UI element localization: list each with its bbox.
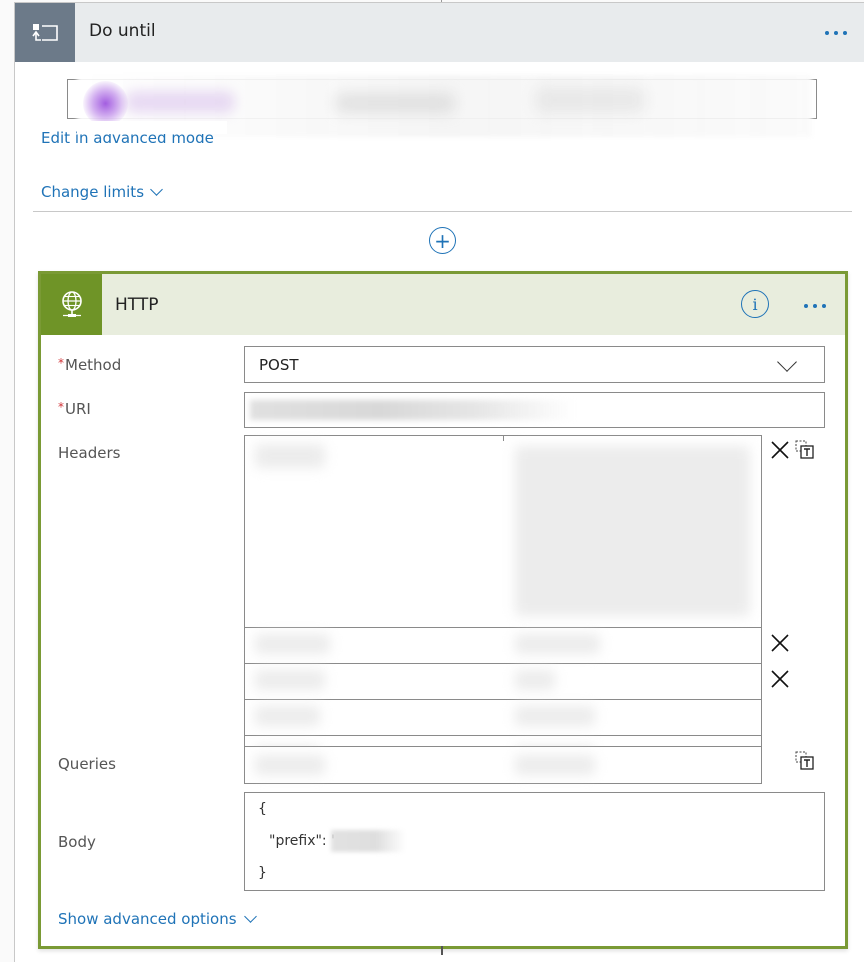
redacted-token — [83, 81, 128, 126]
change-limits-link[interactable]: Change limits — [41, 183, 163, 201]
switch-to-text-mode-button[interactable] — [795, 440, 815, 460]
add-step-button[interactable]: + — [429, 227, 456, 254]
chevron-down-icon — [243, 910, 257, 923]
redacted-key — [255, 670, 325, 690]
show-advanced-label: Show advanced options — [58, 910, 237, 928]
redacted-value — [515, 755, 595, 775]
uri-input[interactable] — [244, 392, 825, 428]
do-until-header[interactable]: Do until — [15, 3, 864, 62]
headers-label: Headers — [58, 444, 121, 462]
chevron-down-icon — [777, 352, 797, 372]
show-advanced-options-link[interactable]: Show advanced options — [58, 910, 257, 928]
body-line: } — [258, 865, 267, 881]
redacted-uri — [250, 400, 575, 420]
redacted-text — [335, 93, 455, 113]
redacted-key — [255, 444, 325, 468]
redacted-key — [255, 755, 325, 775]
http-action-card: HTTP i *Method POST *URI Headers Queries… — [38, 271, 848, 949]
required-marker: * — [58, 356, 64, 370]
plus-circle-icon: + — [434, 228, 451, 253]
http-title: HTTP — [115, 295, 159, 315]
queries-table[interactable] — [244, 746, 762, 784]
uri-label: *URI — [58, 400, 91, 418]
body-line: { — [258, 801, 267, 817]
more-options-icon[interactable] — [825, 31, 847, 35]
redacted-value — [515, 670, 555, 690]
redacted-value — [515, 706, 595, 726]
body-input[interactable]: { "prefix": ' } — [244, 792, 825, 891]
redacted-key — [255, 706, 320, 726]
divider — [33, 211, 852, 212]
redaction-overlay — [77, 121, 227, 134]
redacted-key — [255, 634, 330, 654]
redacted-text — [535, 87, 645, 113]
body-line: "prefix": ' — [269, 833, 335, 849]
do-until-title: Do until — [89, 21, 156, 41]
required-marker: * — [58, 400, 64, 414]
globe-icon — [41, 274, 102, 335]
close-icon — [771, 441, 789, 459]
chevron-down-icon — [150, 183, 163, 196]
method-dropdown[interactable]: POST — [244, 346, 825, 383]
method-value: POST — [259, 356, 299, 374]
method-label: *Method — [58, 356, 121, 374]
do-until-card: Do until Edit in advanced mode Change li… — [14, 2, 864, 962]
switch-to-text-mode-button[interactable] — [795, 751, 815, 771]
headers-table — [244, 435, 762, 784]
more-options-icon[interactable] — [804, 304, 826, 308]
info-icon[interactable]: i — [741, 290, 769, 318]
redacted-value — [515, 446, 750, 616]
close-icon — [771, 634, 789, 652]
method-label-text: Method — [65, 356, 122, 374]
redacted-value — [515, 634, 600, 654]
delete-header-button[interactable] — [771, 441, 789, 459]
text-mode-icon — [795, 751, 814, 770]
redacted-value — [331, 830, 406, 852]
close-icon — [771, 670, 789, 688]
loop-icon — [15, 3, 75, 62]
uri-label-text: URI — [65, 400, 91, 418]
delete-header-button[interactable] — [771, 634, 789, 652]
column-divider — [503, 436, 504, 441]
delete-header-button[interactable] — [771, 670, 789, 688]
redacted-text — [125, 91, 235, 113]
header-row[interactable] — [245, 699, 761, 735]
change-limits-label: Change limits — [41, 183, 145, 201]
connector-line-bottom — [441, 946, 443, 955]
http-header[interactable]: HTTP i — [41, 274, 845, 335]
body-label: Body — [58, 833, 96, 851]
queries-label: Queries — [58, 755, 116, 773]
text-mode-icon — [795, 440, 814, 459]
